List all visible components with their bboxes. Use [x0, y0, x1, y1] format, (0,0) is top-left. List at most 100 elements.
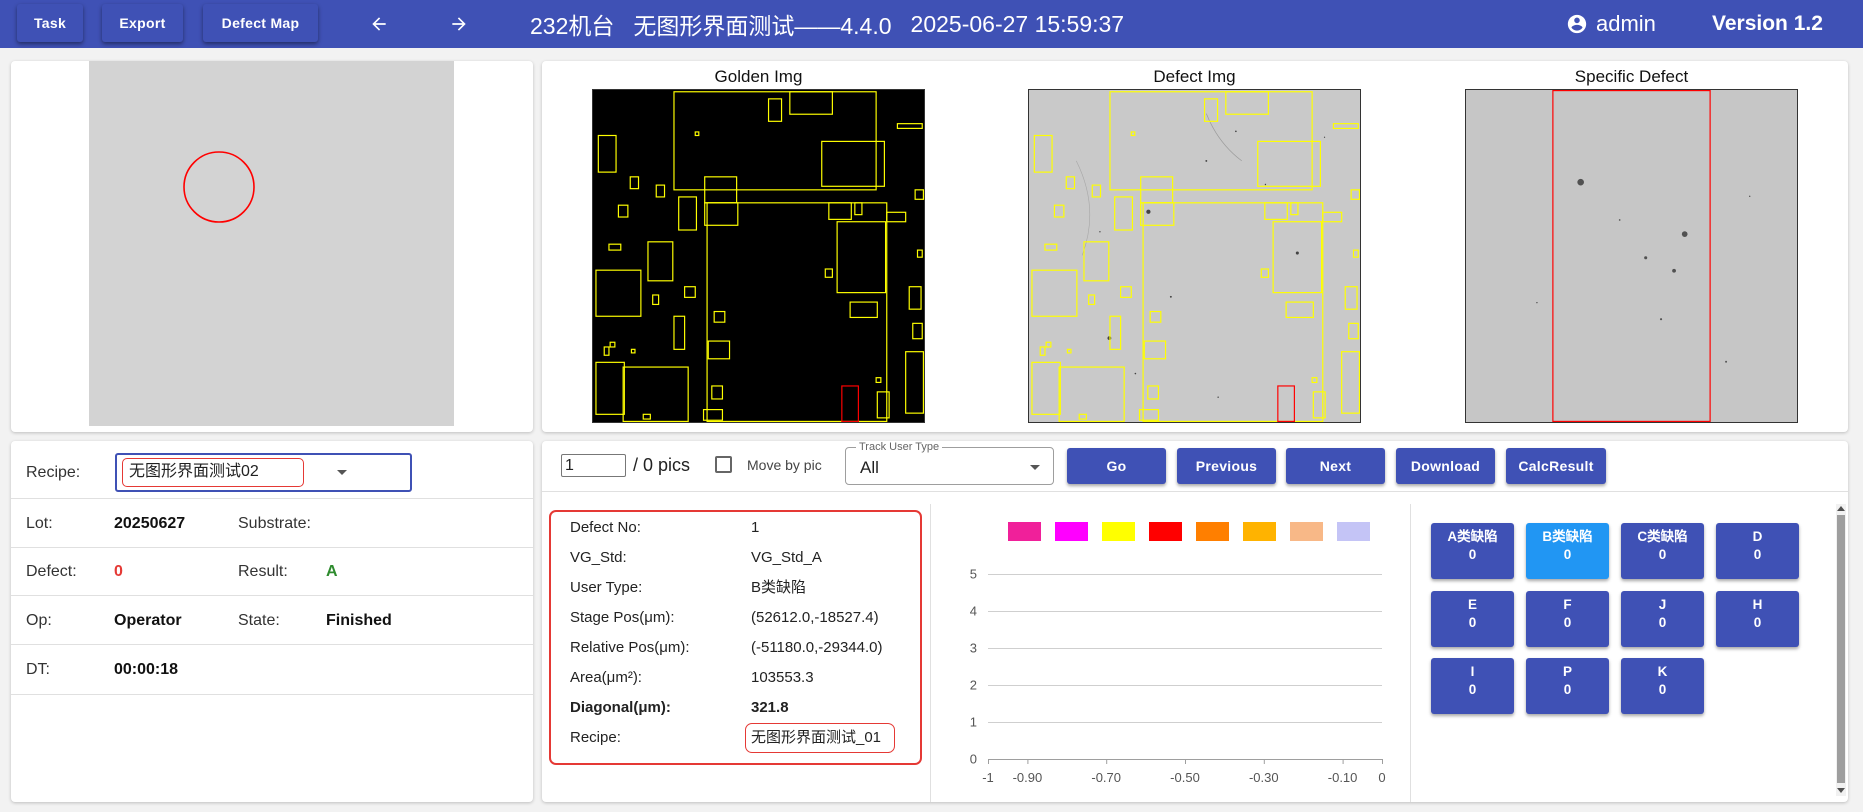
- y-tick-label: 0: [970, 752, 977, 767]
- result-value: A: [326, 563, 338, 580]
- detail-row: Diagonal(μm): 321.8: [551, 695, 920, 721]
- detail-label: Stage Pos(μm):: [570, 609, 675, 626]
- user-name[interactable]: admin: [1596, 0, 1656, 48]
- page-number-input[interactable]: 1: [561, 454, 626, 477]
- wafer-map[interactable]: [89, 61, 454, 426]
- move-by-pic-checkbox[interactable]: [715, 456, 732, 473]
- section-divider: [930, 504, 931, 802]
- legend-swatch: [1196, 522, 1229, 541]
- back-button[interactable]: [369, 14, 389, 34]
- defect-type-count: 0: [1468, 615, 1477, 630]
- defect-marker[interactable]: [183, 151, 255, 223]
- legend-swatch: [1008, 522, 1041, 541]
- defect-type-label: K: [1657, 664, 1668, 679]
- defect-type-label: P: [1562, 664, 1572, 679]
- x-tick-label: -0.10: [1328, 770, 1358, 785]
- defect-speck: [1134, 372, 1137, 375]
- defect-type-count: 0: [1753, 615, 1762, 630]
- x-tick-label: -0.90: [1013, 770, 1043, 785]
- detail-row: Area(μm²): 103553.3: [551, 665, 920, 691]
- defect-type-label: C类缺陷: [1637, 529, 1688, 544]
- defect-type-button-a[interactable]: A类缺陷 0: [1431, 523, 1514, 579]
- defect-type-label: D: [1752, 529, 1763, 544]
- export-button[interactable]: Export: [102, 4, 183, 42]
- next-button[interactable]: Next: [1286, 448, 1385, 484]
- defect-speck: [1536, 301, 1538, 304]
- op-state-row: Op: Operator State: Finished: [11, 596, 533, 645]
- y-tick-label: 5: [970, 567, 977, 582]
- image-background: [1029, 90, 1360, 422]
- calc-result-button[interactable]: CalcResult: [1506, 448, 1606, 484]
- defect-image[interactable]: [1028, 89, 1361, 423]
- defect-type-button-f[interactable]: F0: [1526, 591, 1609, 647]
- defect-type-count: 0: [1658, 615, 1667, 630]
- track-user-type-select[interactable]: Track User Type All: [845, 441, 1054, 485]
- x-tick-label: -0.30: [1249, 770, 1279, 785]
- scroll-down-icon[interactable]: [1837, 788, 1845, 793]
- defect-type-button-b[interactable]: B类缺陷 0: [1526, 523, 1609, 579]
- state-label: State:: [238, 612, 280, 629]
- golden-image[interactable]: [592, 89, 925, 423]
- account-circle-icon: [1566, 13, 1588, 35]
- arrow-right-icon: [452, 17, 466, 31]
- defect-type-button-d[interactable]: D0: [1716, 523, 1799, 579]
- defect-type-button-i[interactable]: I0: [1431, 658, 1514, 714]
- defect-speck: [1577, 178, 1584, 186]
- detail-value: 1: [751, 519, 760, 536]
- chevron-down-icon: [1030, 465, 1040, 470]
- defect-label: Defect:: [26, 563, 77, 580]
- defect-type-button-c[interactable]: C类缺陷 0: [1621, 523, 1704, 579]
- scrollbar-thumb[interactable]: [1837, 515, 1845, 783]
- defect-map-button[interactable]: Defect Map: [203, 4, 318, 42]
- dt-row: DT: 00:00:18: [11, 645, 533, 695]
- defect-speck: [1217, 396, 1219, 398]
- images-panel: Golden Img Defect Img Specific Defect: [542, 61, 1848, 432]
- recipe-select[interactable]: 无图形界面测试02: [115, 453, 412, 492]
- defect-type-button-p[interactable]: P0: [1526, 658, 1609, 714]
- lot-info-panel: Recipe: 无图形界面测试02 Lot: 20250627 Substrat…: [11, 441, 533, 802]
- detail-value: 103553.3: [751, 669, 814, 686]
- x-tick-label: -1: [982, 770, 994, 785]
- defect-type-button-j[interactable]: J0: [1621, 591, 1704, 647]
- download-button[interactable]: Download: [1396, 448, 1495, 484]
- y-tick-label: 4: [970, 604, 977, 619]
- forward-button[interactable]: [449, 14, 469, 34]
- defect-type-button-h[interactable]: H0: [1716, 591, 1799, 647]
- legend-swatch: [1243, 522, 1276, 541]
- x-tick-label: 0: [1378, 770, 1385, 785]
- defect-distribution-chart: 0 1 2 3 4 5 -1 -0.90 -0.70 -0.50 -0.30 -0.10 0: [970, 522, 1386, 785]
- x-tick-label: -0.70: [1091, 770, 1121, 785]
- lot-row: Lot: 20250627 Substrate:: [11, 499, 533, 548]
- vertical-scrollbar[interactable]: [1836, 504, 1846, 796]
- move-by-pic-label[interactable]: Move by pic: [747, 453, 822, 477]
- page-total: / 0 pics: [633, 455, 691, 475]
- recipe-row: Recipe: 无图形界面测试02: [11, 441, 533, 499]
- defect-result-row: Defect: 0 Result: A: [11, 548, 533, 596]
- defect-image-title: Defect Img: [1153, 67, 1236, 86]
- detail-label: Relative Pos(μm):: [570, 639, 690, 656]
- x-tick-label: -0.50: [1170, 770, 1200, 785]
- defect-type-button-e[interactable]: E0: [1431, 591, 1514, 647]
- detail-value: (52612.0,-18527.4): [751, 609, 879, 626]
- app-version: Version 1.2: [1712, 12, 1823, 35]
- defect-type-button-k[interactable]: K0: [1621, 658, 1704, 714]
- chevron-down-icon: [337, 470, 347, 475]
- defect-speck: [1618, 219, 1621, 221]
- defect-speck: [1659, 318, 1663, 321]
- detail-value: VG_Std_A: [751, 549, 822, 566]
- go-button[interactable]: Go: [1067, 448, 1166, 484]
- defect-type-label: A类缺陷: [1447, 529, 1498, 544]
- task-button[interactable]: Task: [17, 4, 83, 42]
- detail-row: Defect No: 1: [551, 515, 920, 541]
- scroll-up-icon[interactable]: [1837, 506, 1845, 511]
- track-user-type-value: All: [860, 458, 879, 477]
- result-label: Result:: [238, 563, 288, 580]
- specific-defect-image[interactable]: [1465, 89, 1798, 423]
- defect-type-label: E: [1467, 597, 1477, 612]
- previous-button[interactable]: Previous: [1177, 448, 1276, 484]
- detail-label: VG_Std:: [570, 549, 627, 566]
- legend-swatch: [1149, 522, 1182, 541]
- arrow-left-icon: [372, 17, 386, 31]
- golden-image-title: Golden Img: [714, 67, 803, 86]
- review-panel: 1 / 0 pics Move by pic Track User Type A…: [542, 441, 1848, 802]
